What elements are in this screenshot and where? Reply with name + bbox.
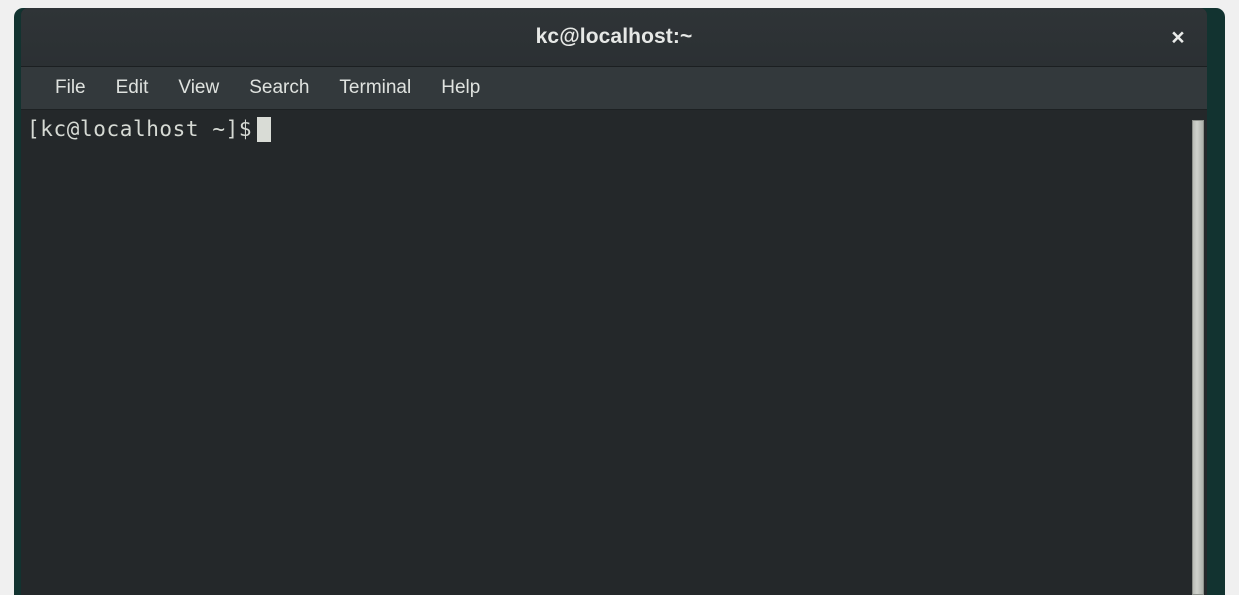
terminal-window: kc@localhost:~ × File Edit View Search T…	[14, 8, 1225, 595]
menu-item-search[interactable]: Search	[237, 75, 321, 101]
window-title: kc@localhost:~	[535, 25, 693, 48]
shell-prompt: [kc@localhost ~]$	[27, 117, 253, 141]
menu-item-edit[interactable]: Edit	[104, 75, 161, 101]
close-icon[interactable]: ×	[1161, 20, 1195, 54]
menu-item-terminal[interactable]: Terminal	[327, 75, 423, 101]
scrollbar-track[interactable]	[1190, 110, 1207, 595]
menu-item-help[interactable]: Help	[429, 75, 492, 101]
menu-item-file[interactable]: File	[43, 75, 98, 101]
menu-item-view[interactable]: View	[166, 75, 231, 101]
menu-bar: File Edit View Search Terminal Help	[21, 67, 1207, 110]
terminal-line: [kc@localhost ~]$	[27, 116, 1190, 143]
terminal-output-area[interactable]: [kc@localhost ~]$	[21, 110, 1190, 595]
terminal-body[interactable]: [kc@localhost ~]$	[21, 110, 1207, 595]
screen: kc@localhost:~ × File Edit View Search T…	[0, 0, 1239, 595]
scrollbar-thumb[interactable]	[1192, 120, 1204, 595]
window-inner-frame: kc@localhost:~ × File Edit View Search T…	[21, 8, 1207, 595]
text-cursor	[257, 117, 272, 142]
title-bar[interactable]: kc@localhost:~ ×	[21, 8, 1207, 67]
